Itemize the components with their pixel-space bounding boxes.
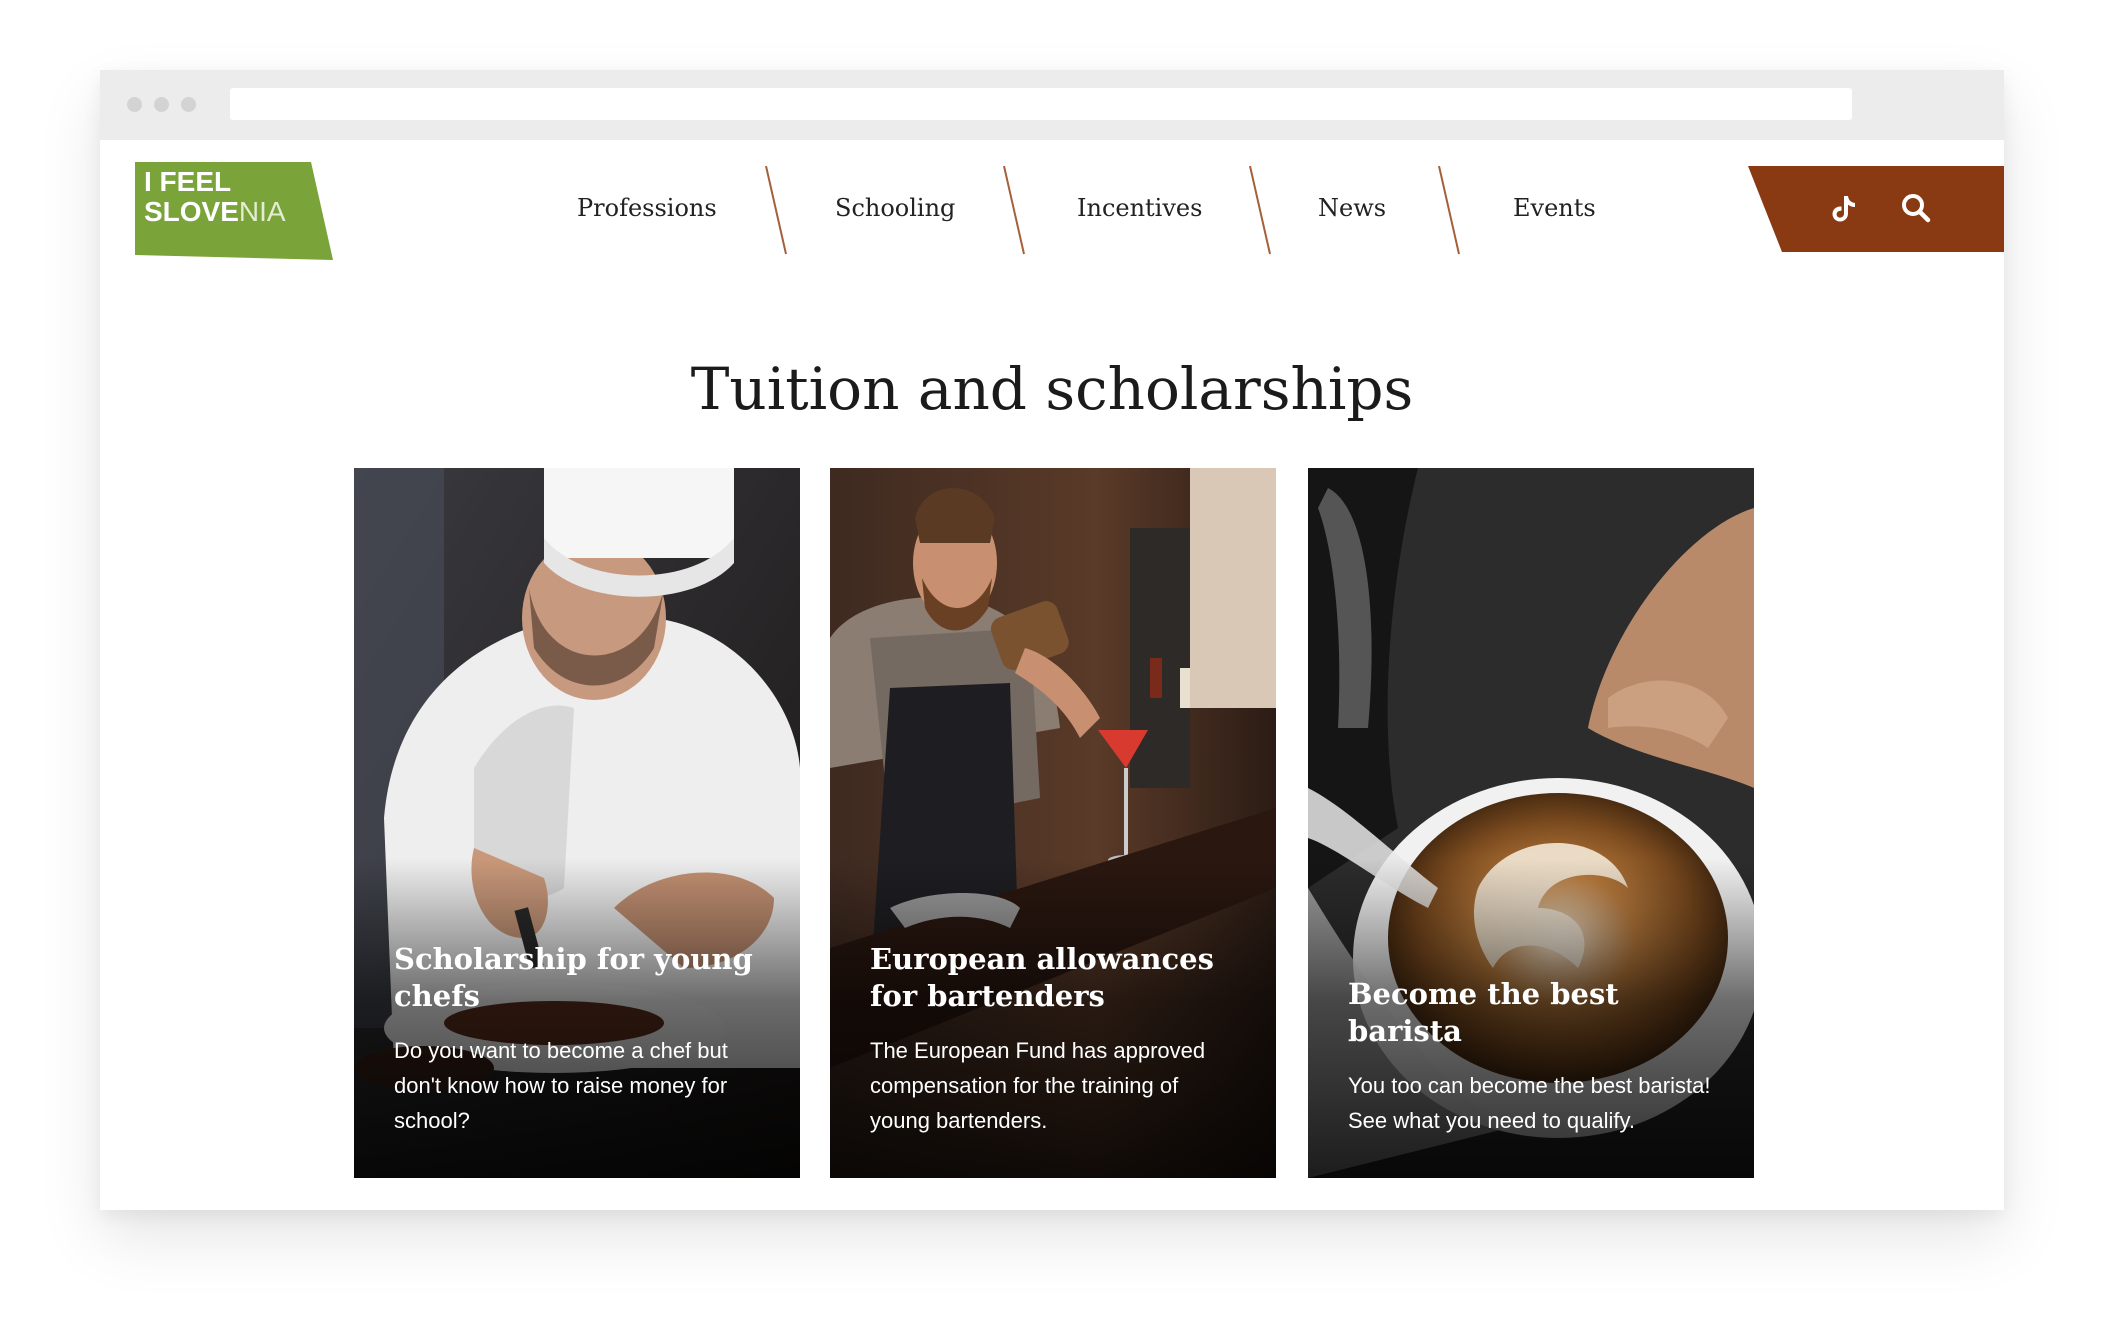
card-barista[interactable]: Become the best barista You too can beco… <box>1308 468 1754 1178</box>
nav-separator <box>765 166 787 255</box>
search-icon[interactable] <box>1896 188 1936 228</box>
nav-item-news[interactable]: News <box>1318 194 1386 222</box>
card-title: European allowances for bartenders <box>870 942 1214 1013</box>
site-logo[interactable]: I FEEL SLOVENIA <box>135 162 333 260</box>
nav-item-events[interactable]: Events <box>1513 194 1596 222</box>
card-title: Scholarship for young chefs <box>394 942 753 1013</box>
address-bar[interactable] <box>230 88 1852 120</box>
logo-text-line1: I FEEL <box>144 166 232 197</box>
window-dot-close[interactable] <box>127 97 142 112</box>
logo-text-light: NIA <box>238 196 286 227</box>
logo-text-line2: SLOVENIA <box>144 197 286 227</box>
actions-background <box>1748 166 2004 252</box>
nav-separator <box>1249 166 1271 255</box>
header-actions <box>1748 166 2004 252</box>
browser-toolbar <box>100 70 2004 140</box>
card-description: You too can become the best barista! See… <box>1348 1073 1711 1133</box>
nav-item-incentives[interactable]: Incentives <box>1077 194 1202 222</box>
nav-item-schooling[interactable]: Schooling <box>835 194 955 222</box>
nav-item-professions[interactable]: Professions <box>577 194 717 222</box>
card-text: European allowances for bartenders The E… <box>870 941 1242 1138</box>
tiktok-icon[interactable] <box>1823 188 1863 228</box>
card-chef-scholarship[interactable]: Scholarship for young chefs Do you want … <box>354 468 800 1178</box>
card-text: Scholarship for young chefs Do you want … <box>394 941 766 1138</box>
card-title: Become the best barista <box>1348 977 1619 1048</box>
card-bartender-allowances[interactable]: European allowances for bartenders The E… <box>830 468 1276 1178</box>
window-dot-minimize[interactable] <box>154 97 169 112</box>
card-text: Become the best barista You too can beco… <box>1348 976 1720 1138</box>
page-title: Tuition and scholarships <box>690 355 1414 423</box>
nav-separator <box>1438 166 1460 255</box>
nav-separator <box>1003 166 1025 255</box>
window-dot-maximize[interactable] <box>181 97 196 112</box>
card-description: The European Fund has approved compensat… <box>870 1038 1206 1133</box>
logo-text-bold: SLOVE <box>144 196 239 227</box>
browser-window: I FEEL SLOVENIA Professions Schooling In… <box>100 70 2004 1210</box>
card-description: Do you want to become a chef but don't k… <box>394 1038 728 1133</box>
